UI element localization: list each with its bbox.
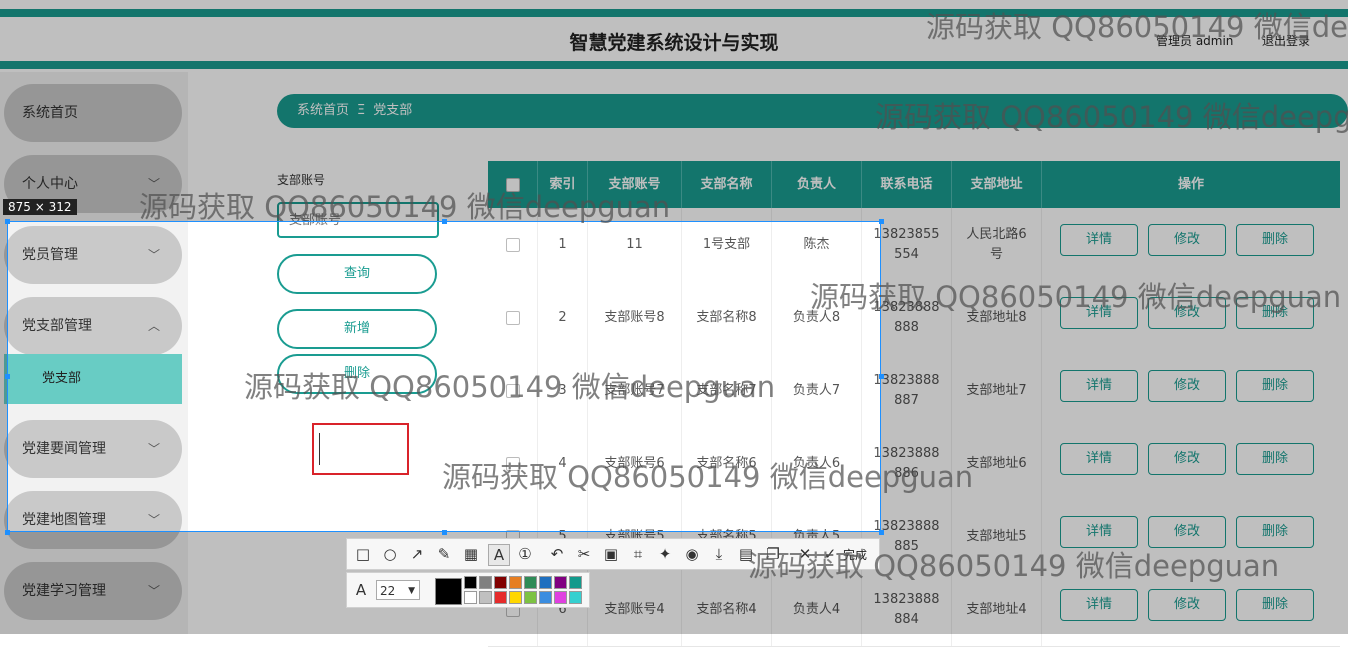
- watermark-text: 源码获取 QQ86050149 微信deepguan: [139, 190, 671, 224]
- resize-handle[interactable]: [5, 530, 10, 535]
- number-tool-icon[interactable]: ①: [515, 544, 535, 564]
- color-swatch[interactable]: [494, 591, 507, 604]
- rectangle-tool-icon[interactable]: □: [353, 544, 373, 564]
- watermark-text: 源码获取 QQ86050149 微信deepguan: [244, 370, 776, 404]
- font-size-icon: A: [355, 581, 367, 599]
- watermark-text: 源码获取 QQ86050149 微信deepguan: [810, 280, 1342, 314]
- color-swatch[interactable]: [479, 591, 492, 604]
- dropdown-arrow-icon: ▼: [408, 586, 415, 596]
- watermark-text: 源码获取 QQ86050149 微信deepguan: [442, 460, 974, 494]
- resize-handle[interactable]: [879, 374, 884, 379]
- color-swatch[interactable]: [509, 576, 522, 589]
- record-icon[interactable]: ◉: [682, 544, 702, 564]
- text-annotation-box[interactable]: [312, 423, 409, 475]
- arrow-tool-icon[interactable]: ↗: [407, 544, 427, 564]
- color-swatch[interactable]: [464, 576, 477, 589]
- text-style-toolbar: A 22 ▼: [346, 572, 590, 608]
- color-swatch[interactable]: [479, 576, 492, 589]
- undo-icon[interactable]: ↶: [547, 544, 567, 564]
- color-swatch[interactable]: [554, 576, 567, 589]
- color-swatch[interactable]: [494, 576, 507, 589]
- current-color-swatch[interactable]: [435, 578, 462, 605]
- color-swatch[interactable]: [539, 576, 552, 589]
- pin-icon[interactable]: ✦: [655, 544, 675, 564]
- watermark-text: 源码获取 QQ86050149 微信deepguan: [748, 549, 1280, 583]
- crop-icon[interactable]: ⌗: [628, 544, 648, 564]
- resize-handle[interactable]: [879, 219, 884, 224]
- watermark-text: 源码获取 QQ86050149 微信deepg: [875, 100, 1348, 134]
- resize-handle[interactable]: [879, 530, 884, 535]
- watermark-text: 源码获取 QQ86050149 微信de: [926, 10, 1348, 44]
- color-swatch[interactable]: [554, 591, 567, 604]
- color-swatch[interactable]: [539, 591, 552, 604]
- ellipse-tool-icon[interactable]: ○: [380, 544, 400, 564]
- color-swatch[interactable]: [569, 591, 582, 604]
- color-swatch[interactable]: [524, 576, 537, 589]
- resize-handle[interactable]: [5, 219, 10, 224]
- selection-size-label: 875 × 312: [3, 199, 77, 215]
- resize-handle[interactable]: [442, 530, 447, 535]
- pencil-tool-icon[interactable]: ✎: [434, 544, 454, 564]
- font-size-select[interactable]: 22 ▼: [376, 580, 420, 600]
- color-swatch[interactable]: [569, 576, 582, 589]
- color-swatch[interactable]: [464, 591, 477, 604]
- eraser-icon[interactable]: ✂: [574, 544, 594, 564]
- color-swatch[interactable]: [524, 591, 537, 604]
- text-tool-icon[interactable]: A: [488, 544, 510, 566]
- color-swatch[interactable]: [509, 591, 522, 604]
- text-caret: [319, 433, 320, 465]
- resize-handle[interactable]: [5, 374, 10, 379]
- download-icon[interactable]: ⤓: [709, 544, 729, 564]
- mosaic-tool-icon[interactable]: ▦: [461, 544, 481, 564]
- ocr-icon[interactable]: ▣: [601, 544, 621, 564]
